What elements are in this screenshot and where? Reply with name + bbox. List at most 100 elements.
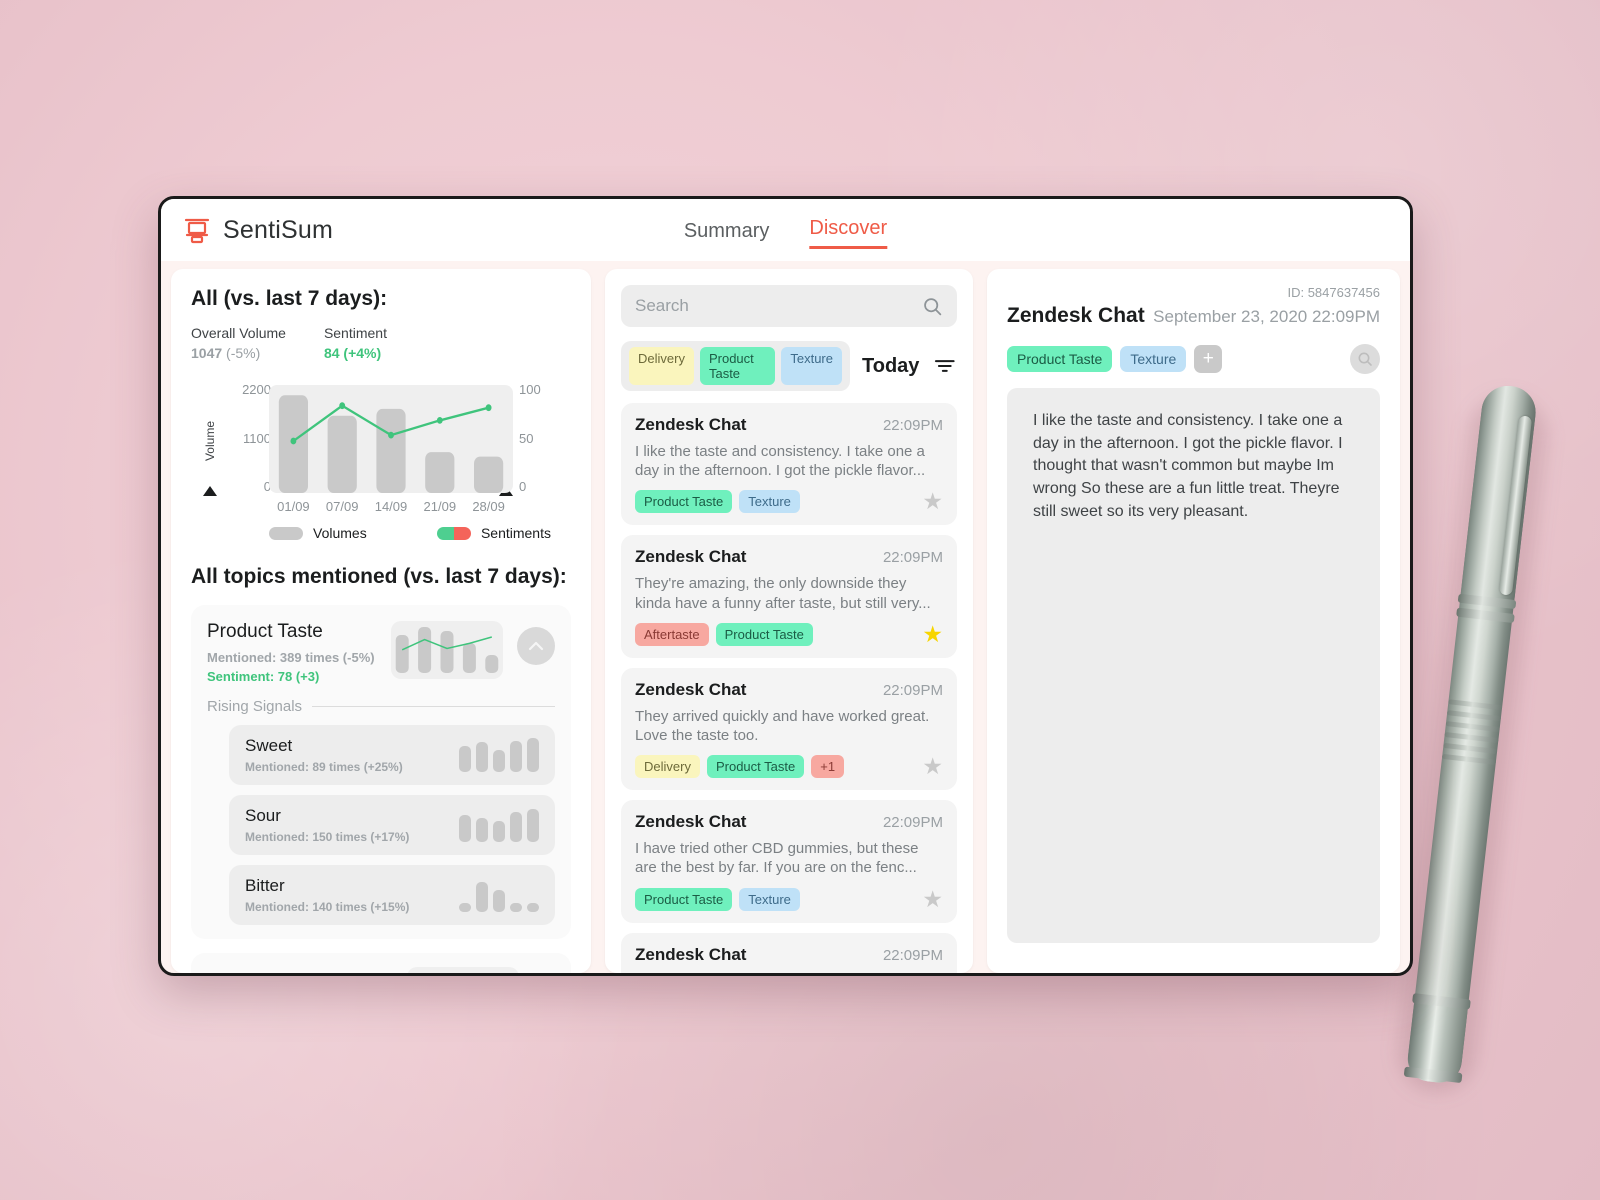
divider [312, 706, 555, 707]
search-input[interactable] [635, 296, 914, 316]
topic-info: Product Taste Mentioned: 389 times (-5%)… [207, 621, 375, 684]
kpi-row: Overall Volume 1047 (-5%) Sentiment 84 (… [191, 325, 571, 361]
feed-source: Zendesk Chat [635, 812, 747, 832]
detail-tag-product-taste[interactable]: Product Taste [1007, 346, 1113, 372]
filter-row: Delivery Product Taste Texture Today [621, 341, 957, 391]
chart-svg [278, 395, 504, 493]
chevron-up-icon [528, 641, 544, 651]
topic-card-product-taste[interactable]: Product Taste Mentioned: 389 times (-5%)… [191, 605, 571, 939]
page-title: All (vs. last 7 days): [191, 287, 388, 310]
star-icon[interactable]: ★ [922, 490, 943, 513]
list-item[interactable]: Zendesk Chat 22:09PM They arrived quickl… [621, 667, 957, 791]
tab-discover[interactable]: Discover [809, 217, 888, 249]
star-icon[interactable]: ★ [922, 755, 943, 778]
signal-bars [459, 878, 539, 912]
feed-tag[interactable]: Product Taste [706, 755, 805, 779]
x-tick: 21/09 [423, 499, 457, 514]
filter-icon[interactable] [933, 353, 957, 379]
add-tag-button[interactable]: + [1194, 345, 1223, 373]
signal-meta: Mentioned: 150 times (+17%) [245, 830, 410, 844]
filter-chip-texture[interactable]: Texture [781, 347, 842, 385]
list-item[interactable]: Zendesk Chat 22:09PM They're amazing, th… [621, 535, 957, 658]
feed-tag[interactable]: Product Taste [715, 622, 813, 646]
search-icon[interactable] [922, 296, 943, 317]
feed-tag[interactable]: Product Taste [635, 490, 733, 514]
brand-logo[interactable]: SentiSum [161, 214, 333, 246]
top-bar: SentiSum Summary Discover [161, 199, 1410, 261]
feed-tag[interactable]: Product Taste [635, 887, 733, 911]
detail-panel: ID: 5847637456 Zendesk Chat September 23… [987, 269, 1400, 973]
date-range-label[interactable]: Today [862, 355, 919, 378]
tab-summary[interactable]: Summary [684, 220, 770, 249]
main-tabs: Summary Discover [684, 217, 888, 249]
detail-tag-texture[interactable]: Texture [1120, 346, 1187, 372]
signal-row[interactable]: Sweet Mentioned: 89 times (+25%) [229, 725, 555, 785]
list-item[interactable]: Zendesk Chat 22:09PM I have tried other … [621, 800, 957, 923]
chart-x-ticks: 01/09 07/09 14/09 21/09 28/09 [269, 499, 513, 514]
chart-y-axis-label: Volume [203, 421, 217, 462]
filter-chip-product-taste[interactable]: Product Taste [699, 347, 776, 385]
volume-sentiment-chart: Volume Sentiment 2200 1100 0 100 50 0 [191, 383, 571, 541]
y2-tick: 0 [519, 479, 527, 494]
detail-date: September 23, 2020 22:09PM [1153, 307, 1380, 326]
x-tick: 14/09 [374, 499, 408, 514]
topic-mentioned: Mentioned: 389 times (-5%) [207, 650, 375, 665]
signal-row[interactable]: Bitter Mentioned: 140 times (+15%) [229, 865, 555, 925]
kpi-label: Overall Volume [191, 325, 286, 341]
search-bar[interactable] [621, 285, 957, 327]
topic-card-next-partial[interactable] [191, 953, 571, 973]
detail-title: Zendesk Chat [1007, 304, 1145, 327]
app-window: SentiSum Summary Discover All (vs. last … [158, 196, 1413, 976]
kpi-number: 84 [323, 345, 340, 361]
topics-heading: All topics mentioned (vs. last 7 days): [191, 565, 567, 588]
legend-volume-swatch [269, 526, 303, 540]
y-axis-arrow-icon [203, 486, 217, 496]
chart-y2-ticks: 100 50 0 [519, 383, 561, 493]
feed-tag-overflow[interactable]: +1 [811, 755, 845, 779]
analytics-panel: All (vs. last 7 days): Overall Volume 10… [171, 269, 591, 973]
detail-tags: Product Taste Texture + [1007, 344, 1380, 374]
star-icon[interactable]: ★ [922, 887, 943, 911]
feed-time: 22:09PM [882, 417, 943, 434]
rising-signals-label: Rising Signals [207, 698, 303, 715]
detail-zoom-button[interactable] [1350, 344, 1380, 374]
feed-text: I like the taste and consistency. I take… [635, 443, 926, 480]
y-tick: 0 [263, 479, 271, 494]
brand-name: SentiSum [223, 215, 333, 244]
feed-time: 22:09PM [882, 681, 943, 699]
kpi-number: 1047 [191, 345, 223, 361]
chart-plot-area [269, 385, 513, 493]
y2-tick: 50 [519, 430, 534, 446]
feed-source: Zendesk Chat [635, 679, 747, 699]
topic-sentiment: Sentiment: 78 (+3) [207, 669, 320, 684]
feed-text: They're amazing, the only downside they … [635, 575, 931, 612]
feed-tag[interactable]: Texture [739, 887, 800, 911]
topic-collapse-button[interactable] [517, 627, 555, 665]
feed-tag[interactable]: Texture [739, 490, 800, 514]
feed-tag[interactable]: Aftertaste [635, 622, 709, 646]
list-item[interactable]: Zendesk Chat 22:09PM I like the taste an… [621, 403, 957, 526]
signal-bars [459, 808, 539, 842]
funnel-cart-icon [181, 214, 213, 246]
x-tick: 01/09 [277, 499, 310, 514]
legend-sentiment-label: Sentiments [480, 525, 551, 541]
topic-name: Product Taste [207, 621, 323, 642]
filter-chip-delivery[interactable]: Delivery [629, 347, 694, 385]
detail-body-text: I like the taste and consistency. I take… [1007, 388, 1380, 943]
signal-row[interactable]: Sour Mentioned: 150 times (+17%) [229, 795, 555, 855]
signal-meta: Mentioned: 89 times (+25%) [245, 760, 403, 774]
star-icon[interactable]: ★ [922, 622, 943, 646]
y-tick: 1100 [243, 430, 271, 446]
signal-name: Sour [245, 806, 281, 825]
feed-text: I have tried other CBD gummies, but thes… [635, 840, 919, 877]
y-tick: 2200 [242, 382, 271, 397]
chart-legend: Volumes Sentiments [269, 525, 551, 541]
feed-tag[interactable]: Delivery [635, 755, 700, 779]
x-tick: 28/09 [472, 499, 505, 514]
feed-text: They arrived quickly and have worked gre… [635, 707, 930, 744]
chart-y-ticks: 2200 1100 0 [229, 383, 271, 493]
kpi-sentiment: Sentiment 84 (+4%) [324, 325, 387, 361]
kpi-value: 1047 (-5%) [191, 345, 286, 361]
signal-name: Bitter [245, 876, 285, 895]
list-item[interactable]: Zendesk Chat 22:09PM [621, 932, 957, 973]
